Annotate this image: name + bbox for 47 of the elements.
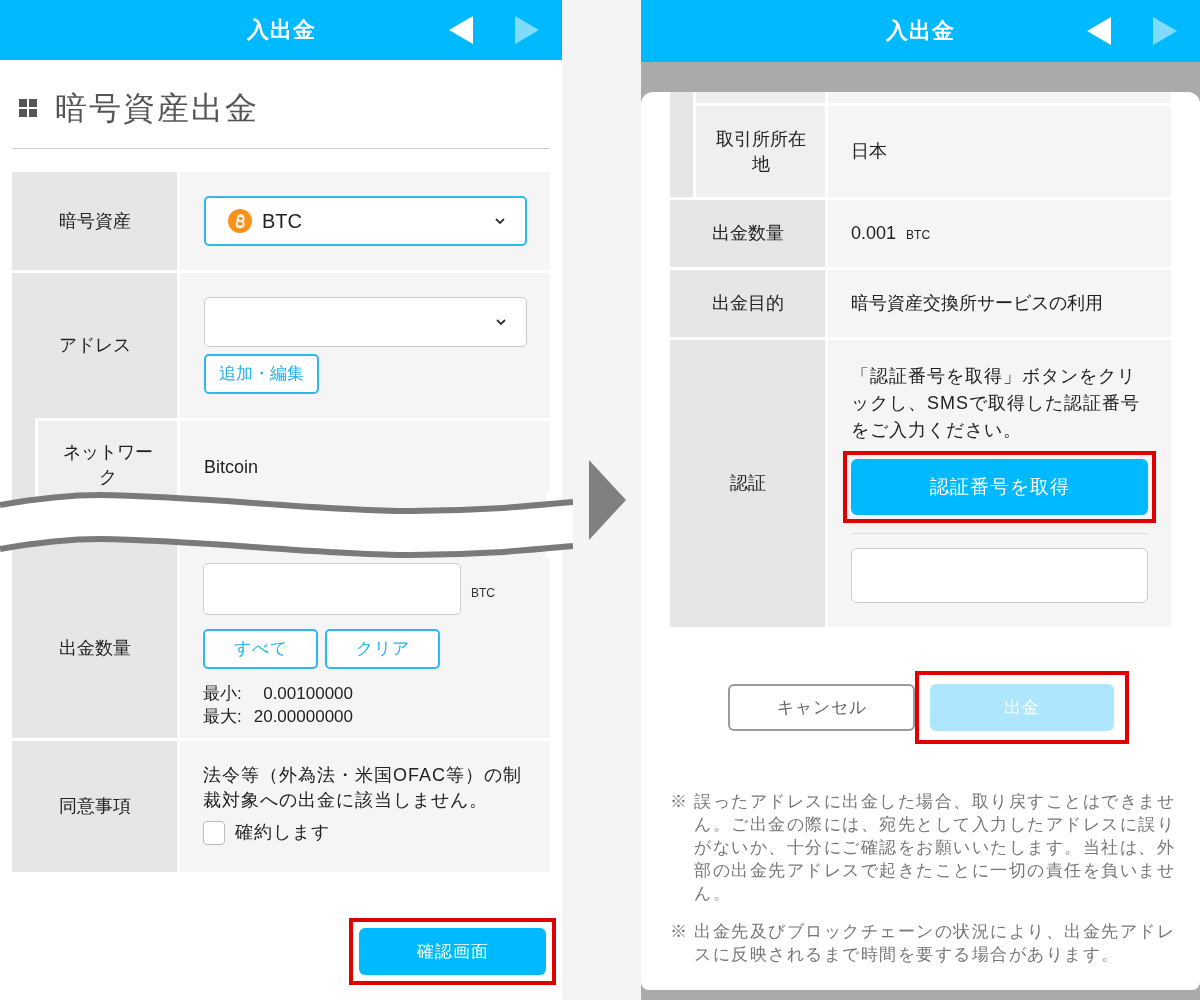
label-cell: 出金目的	[670, 270, 825, 337]
unit-label: BTC	[471, 585, 495, 602]
limit-label: 最小:	[203, 683, 242, 705]
label-cell: 取引所所在地	[696, 106, 825, 197]
coin-icon	[228, 209, 252, 233]
all-button[interactable]: すべて	[203, 629, 318, 669]
checkbox[interactable]	[203, 820, 225, 845]
header-title: 入出金	[246, 19, 316, 41]
note-text: 出金先及びブロックチェーンの状況により、出金先アドレスに反映されるまで時間を要する場合があります。	[694, 921, 1176, 966]
dropdown[interactable]	[204, 297, 527, 347]
label-cell: 同意事項	[12, 741, 177, 872]
unit-label: BTC	[906, 227, 931, 244]
clear-button[interactable]: クリア	[325, 629, 440, 669]
add-edit-button[interactable]: 追加・編集	[204, 354, 319, 394]
back-arrow-icon[interactable]	[449, 16, 473, 44]
amount-value: 0.001	[851, 222, 897, 245]
label-cell: 出金数量	[670, 200, 825, 267]
limit-value: 20.00000000	[253, 706, 353, 728]
get-code-button[interactable]: 認証番号を取得	[851, 459, 1148, 515]
note-mark: ※	[670, 791, 687, 813]
chevron-down-icon	[496, 319, 506, 325]
value-cell: 暗号資産交換所サービスの利用	[828, 270, 1171, 337]
label-cell: ネットワーク	[38, 421, 177, 492]
label-cell: 認証	[670, 340, 825, 627]
limit-label: 最大:	[203, 706, 242, 728]
amount-input[interactable]	[203, 563, 461, 615]
value-cell: Bitcoin	[180, 421, 550, 492]
confirm-button[interactable]: 確認画面	[359, 928, 546, 975]
agreement-text: 法令等（外為法・米国OFAC等）の制裁対象への出金に該当しません。	[203, 764, 523, 812]
label-cell: 出金数量	[12, 558, 177, 738]
cancel-button[interactable]: キャンセル	[728, 684, 915, 731]
instruction-text: 「認証番号を取得」ボタンをクリックし、SMSで取得した認証番号をご入力ください。	[851, 365, 1141, 442]
label-cell: 暗号資産	[12, 172, 177, 270]
grid-icon	[19, 99, 37, 117]
limit-value: 0.00100000	[263, 683, 353, 705]
checkbox-label: 確約します	[235, 821, 330, 844]
note-mark: ※	[670, 921, 687, 943]
label-cell: アドレス	[12, 273, 177, 418]
note-text: 誤ったアドレスに出金した場合、取り戻すことはできません。ご出金の際には、宛先として入力したアドレスに誤りがないか、十分にご確認をお願いいたします。当社は、外部の出金先アドレスで起きたことに一切の責任を負いません。	[694, 791, 1176, 905]
header-title: 入出金	[886, 20, 955, 42]
back-arrow-icon[interactable]	[1087, 17, 1111, 45]
value-cell: 日本	[828, 106, 1171, 197]
chevron-down-icon	[495, 218, 505, 224]
code-input[interactable]	[851, 548, 1148, 603]
triangle-arrow-icon	[589, 460, 626, 540]
dropdown[interactable]: BTC	[204, 196, 527, 246]
page-title: 暗号資産出金	[55, 92, 259, 124]
